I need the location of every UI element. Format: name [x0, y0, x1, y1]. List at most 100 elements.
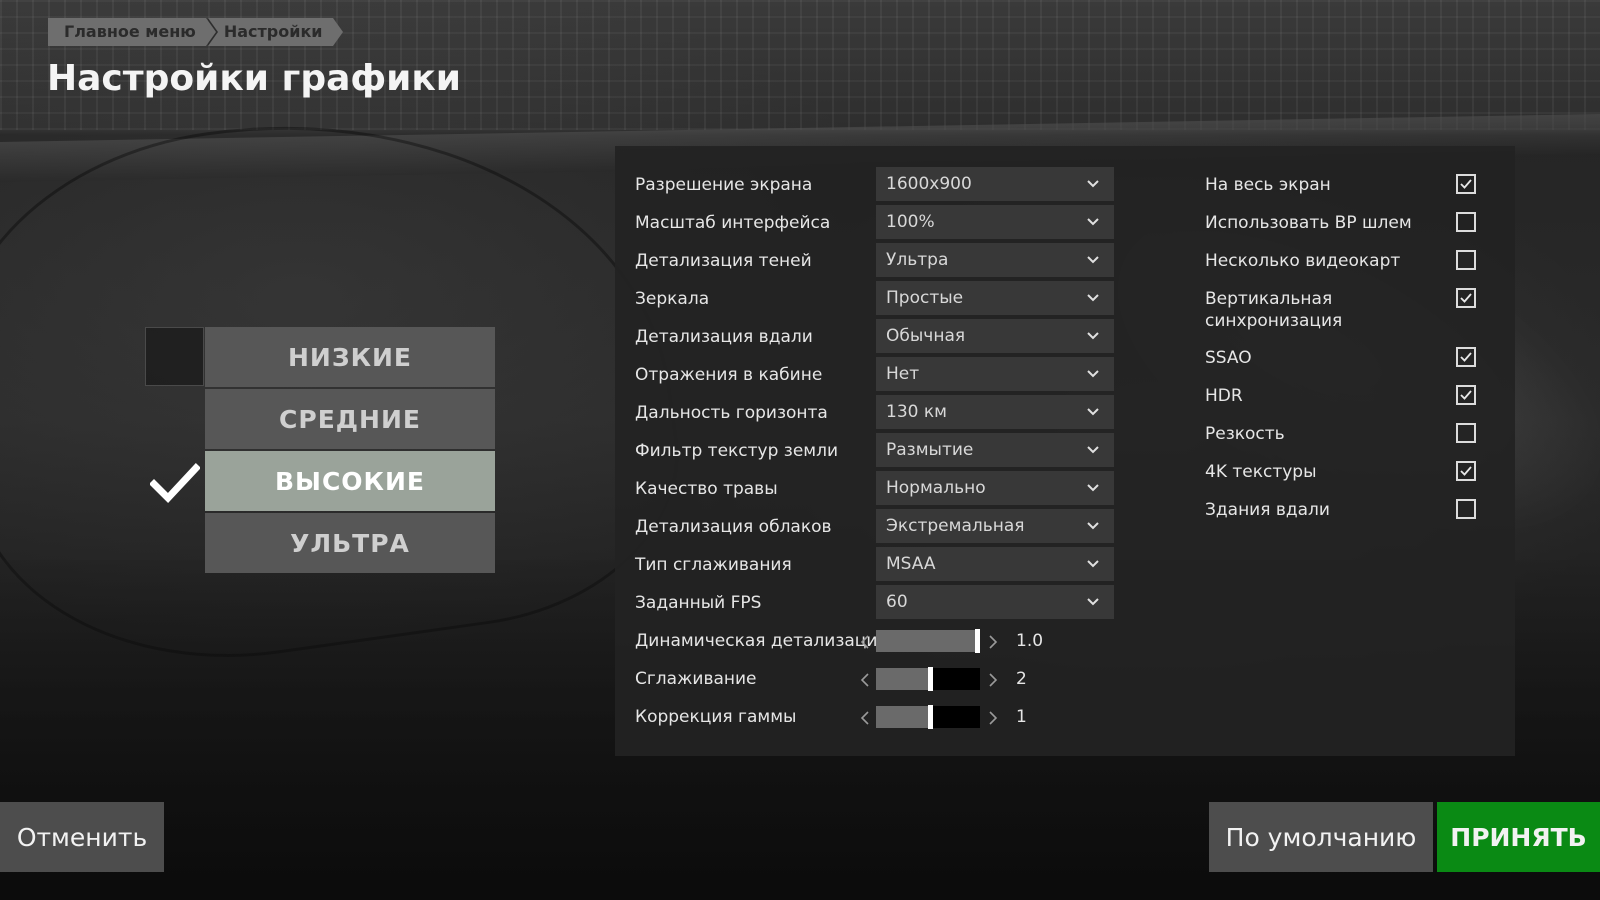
chevron-left-icon[interactable] — [858, 632, 872, 652]
chevron-right-icon[interactable] — [986, 670, 1000, 690]
dropdown-grass-quality[interactable]: Нормально — [876, 471, 1114, 505]
label-cloud-detail: Детализация облаков — [635, 517, 832, 537]
label-4k-textures: 4K текстуры — [1205, 462, 1317, 482]
chevron-left-icon[interactable] — [858, 670, 872, 690]
chevron-right-icon[interactable] — [986, 708, 1000, 728]
dropdown-value: Нормально — [886, 478, 986, 498]
label-sharpness: Резкость — [1205, 424, 1285, 444]
label-gamma-correction: Коррекция гаммы — [635, 707, 797, 727]
dropdown-value: 60 — [886, 592, 908, 612]
dropdown-shadow-detail[interactable]: Ультра — [876, 243, 1114, 277]
chevron-down-icon — [1087, 180, 1099, 188]
slider-value: 1 — [1016, 707, 1027, 727]
breadcrumb-item-settings[interactable]: Настройки — [207, 18, 343, 46]
checkbox-vr-headset[interactable] — [1456, 212, 1476, 232]
check-icon — [1460, 352, 1472, 362]
breadcrumb: Главное меню Настройки — [48, 18, 343, 46]
dropdown-ui-scale[interactable]: 100% — [876, 205, 1114, 239]
chevron-down-icon — [1087, 598, 1099, 606]
label-fullscreen: На весь экран — [1205, 175, 1331, 195]
dropdown-value: 1600x900 — [886, 174, 972, 194]
dropdown-distant-detail[interactable]: Обычная — [876, 319, 1114, 353]
label-multi-gpu: Несколько видеокарт — [1205, 251, 1401, 271]
label-vsync: Вертикальная синхронизация — [1205, 289, 1343, 331]
dropdown-cloud-detail[interactable]: Экстремальная — [876, 509, 1114, 543]
dropdown-value: Экстремальная — [886, 516, 1025, 536]
label-cockpit-reflections: Отражения в кабине — [635, 365, 823, 385]
reset-defaults-button[interactable]: По умолчанию — [1209, 802, 1433, 872]
label-shadow-detail: Детализация теней — [635, 251, 812, 271]
label-ssao: SSAO — [1205, 348, 1252, 368]
preset-high-button[interactable]: ВЫСОКИЕ — [205, 451, 495, 511]
label-screen-resolution: Разрешение экрана — [635, 175, 813, 195]
dropdown-antialiasing-type[interactable]: MSAA — [876, 547, 1114, 581]
label-antialiasing-type: Тип сглаживания — [635, 555, 792, 575]
dropdown-value: Обычная — [886, 326, 966, 346]
label-smoothing: Сглаживание — [635, 669, 757, 689]
slider-track[interactable] — [876, 629, 980, 653]
dropdown-value: Нет — [886, 364, 920, 384]
checkbox-multi-gpu[interactable] — [1456, 250, 1476, 270]
preset-medium-button[interactable]: СРЕДНИЕ — [205, 389, 495, 449]
checkbox-sharpness[interactable] — [1456, 423, 1476, 443]
dropdown-screen-resolution[interactable]: 1600x900 — [876, 167, 1114, 201]
label-grass-quality: Качество травы — [635, 479, 778, 499]
checkbox-4k-textures[interactable] — [1456, 461, 1476, 481]
chevron-down-icon — [1087, 332, 1099, 340]
chevron-right-icon[interactable] — [986, 632, 1000, 652]
dropdown-ground-texture-filter[interactable]: Размытие — [876, 433, 1114, 467]
preset-ultra-button[interactable]: УЛЬТРА — [205, 513, 495, 573]
dropdown-mirrors[interactable]: Простые — [876, 281, 1114, 315]
dropdown-value: Размытие — [886, 440, 974, 460]
checkbox-hdr[interactable] — [1456, 385, 1476, 405]
page-title: Настройки графики — [47, 58, 462, 99]
slider-value: 2 — [1016, 669, 1027, 689]
chevron-down-icon — [1087, 370, 1099, 378]
check-icon — [1460, 179, 1472, 189]
checkbox-distant-buildings[interactable] — [1456, 499, 1476, 519]
label-ground-texture-filter: Фильтр текстур земли — [635, 441, 839, 461]
chevron-down-icon — [1087, 560, 1099, 568]
dropdown-cockpit-reflections[interactable]: Нет — [876, 357, 1114, 391]
dropdown-value: Ультра — [886, 250, 949, 270]
accept-button[interactable]: ПРИНЯТЬ — [1437, 802, 1600, 872]
chevron-down-icon — [1087, 446, 1099, 454]
preset-low-button[interactable]: НИЗКИЕ — [205, 327, 495, 387]
checkbox-vsync[interactable] — [1456, 288, 1476, 308]
chevron-down-icon — [1087, 256, 1099, 264]
label-mirrors: Зеркала — [635, 289, 710, 309]
slider-value: 1.0 — [1016, 631, 1044, 651]
slider-thumb[interactable] — [928, 667, 933, 691]
checkmark-icon — [150, 463, 200, 504]
chevron-down-icon — [1087, 294, 1099, 302]
chevron-down-icon — [1087, 218, 1099, 226]
preset-indicator-box — [145, 327, 204, 386]
slider-fill — [876, 668, 928, 690]
dropdown-value: MSAA — [886, 554, 936, 574]
label-target-fps: Заданный FPS — [635, 593, 762, 613]
chevron-down-icon — [1087, 484, 1099, 492]
dropdown-value: Простые — [886, 288, 964, 308]
label-hdr: HDR — [1205, 386, 1243, 406]
label-horizon-distance: Дальность горизонта — [635, 403, 828, 423]
slider-thumb[interactable] — [928, 705, 933, 729]
check-icon — [1460, 466, 1472, 476]
slider-track[interactable] — [876, 667, 980, 691]
chevron-down-icon — [1087, 522, 1099, 530]
checkbox-fullscreen[interactable] — [1456, 174, 1476, 194]
label-vr-headset: Использовать ВР шлем — [1205, 213, 1412, 233]
label-distant-buildings: Здания вдали — [1205, 500, 1330, 520]
chevron-down-icon — [1087, 408, 1099, 416]
dropdown-target-fps[interactable]: 60 — [876, 585, 1114, 619]
breadcrumb-item-main-menu[interactable]: Главное меню — [48, 18, 216, 46]
slider-thumb[interactable] — [975, 629, 980, 653]
slider-track[interactable] — [876, 705, 980, 729]
label-dynamic-detail: Динамическая детализация — [635, 631, 888, 651]
dropdown-value: 130 км — [886, 402, 947, 422]
chevron-left-icon[interactable] — [858, 708, 872, 728]
label-distant-detail: Детализация вдали — [635, 327, 813, 347]
dropdown-horizon-distance[interactable]: 130 км — [876, 395, 1114, 429]
checkbox-ssao[interactable] — [1456, 347, 1476, 367]
check-icon — [1460, 293, 1472, 303]
cancel-button[interactable]: Отменить — [0, 802, 164, 872]
